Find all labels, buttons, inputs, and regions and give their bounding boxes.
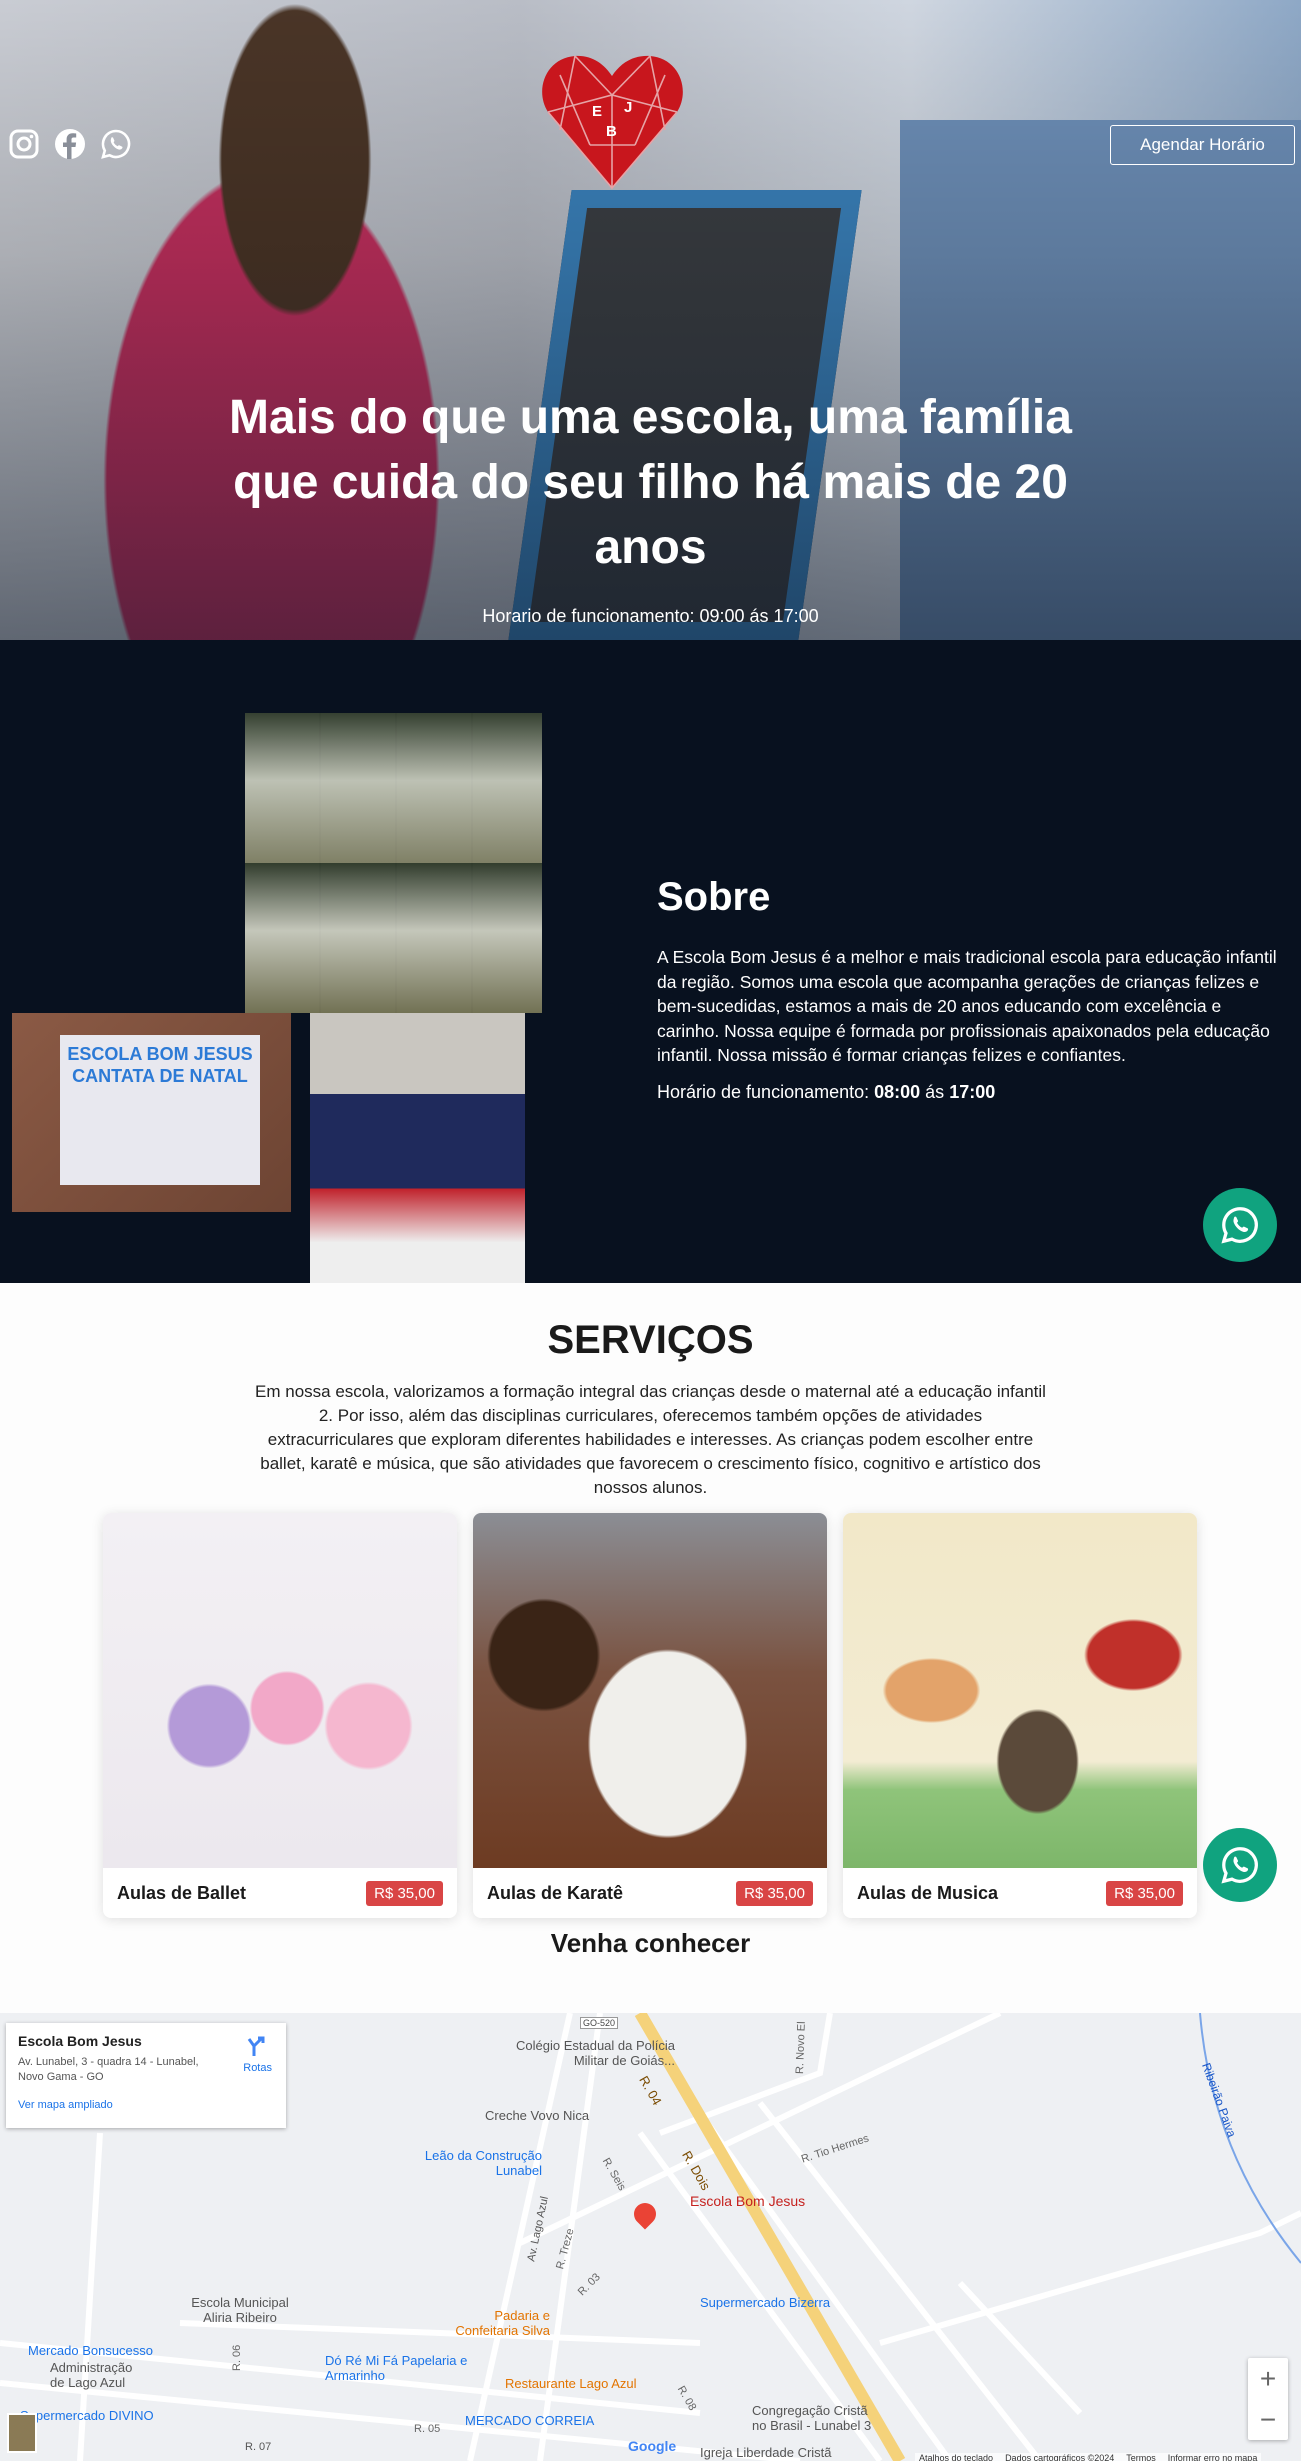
map-label: GO-520 xyxy=(580,2017,619,2029)
map-label: Dó Ré Mi Fá Papelaria e Armarinho xyxy=(325,2353,468,2383)
terms-link[interactable]: Termos xyxy=(1126,2453,1156,2461)
map-label: Congregação Cristã no Brasil - Lunabel 3 xyxy=(752,2403,872,2433)
hours-label: Horário de funcionamento: xyxy=(657,1082,875,1102)
view-larger-map-link[interactable]: Ver mapa ampliado xyxy=(18,2099,274,2111)
price-badge: R$ 35,00 xyxy=(1106,1881,1183,1906)
zoom-out-button[interactable]: − xyxy=(1248,2399,1288,2440)
banner-text: ESCOLA BOM JESUS CANTATA DE NATAL xyxy=(60,1035,260,1185)
map-label: Colégio Estadual da Polícia Militar de G… xyxy=(516,2038,675,2068)
hours-open: 08:00 xyxy=(874,1082,921,1102)
satellite-thumbnail[interactable] xyxy=(7,2413,37,2453)
map-label: Restaurante Lago Azul xyxy=(505,2376,637,2391)
service-card-music[interactable]: Aulas de Musica R$ 35,00 xyxy=(843,1513,1197,1918)
map-attribution: Atalhos do teclado Dados cartográficos ©… xyxy=(915,2453,1262,2461)
hero-title: Mais do que uma escola, uma família que … xyxy=(229,391,1072,574)
street-label: R. 05 xyxy=(414,2423,441,2435)
karate-photo xyxy=(473,1513,827,1868)
boy-drawing-photo xyxy=(310,1013,525,1283)
social-links xyxy=(8,128,132,160)
place-info-card: Escola Bom Jesus Av. Lunabel, 3 - quadra… xyxy=(6,2023,286,2128)
service-card-karate[interactable]: Aulas de Karatê R$ 35,00 xyxy=(473,1513,827,1918)
service-card-ballet[interactable]: Aulas de Ballet R$ 35,00 xyxy=(103,1513,457,1918)
map-label: Leão da Construção Lunabel xyxy=(424,2148,542,2178)
about-title: Sobre xyxy=(657,875,771,919)
facebook-icon[interactable] xyxy=(54,128,86,160)
whatsapp-float-button[interactable] xyxy=(1203,1188,1277,1262)
visit-us-title: Venha conhecer xyxy=(550,1928,751,1958)
street-label: R. 06 xyxy=(231,2344,243,2371)
map-label: R. 07 xyxy=(245,2441,272,2453)
map-label: Creche Vovo Nica xyxy=(485,2108,590,2123)
service-name: Aulas de Karatê xyxy=(487,1883,624,1903)
svg-text:J: J xyxy=(624,99,632,116)
map-zoom-controls: + − xyxy=(1248,2358,1288,2440)
map-label: Mercado Bonsucesso xyxy=(28,2343,154,2358)
hero-opening-hours: Horario de funcionamento: 09:00 ás 17:00 xyxy=(482,606,819,626)
ballet-photo xyxy=(103,1513,457,1868)
zoom-in-button[interactable]: + xyxy=(1248,2358,1288,2399)
svg-text:E: E xyxy=(592,103,602,120)
services-description: Em nossa escola, valorizamos a formação … xyxy=(255,1382,1046,1497)
whatsapp-icon xyxy=(1221,1207,1258,1244)
directions-icon xyxy=(247,2036,265,2056)
map-label: Supermercado Bizerra xyxy=(700,2295,831,2310)
about-description: A Escola Bom Jesus é a melhor e mais tra… xyxy=(657,947,1277,1065)
music-photo xyxy=(843,1513,1197,1868)
christmas-cantata-photo: ESCOLA BOM JESUS CANTATA DE NATAL xyxy=(12,1013,291,1212)
whatsapp-icon[interactable] xyxy=(100,128,132,160)
price-badge: R$ 35,00 xyxy=(736,1881,813,1906)
place-name: Escola Bom Jesus xyxy=(18,2033,142,2049)
keyboard-shortcuts-link[interactable]: Atalhos do teclado xyxy=(919,2453,993,2461)
services-title: SERVIÇOS xyxy=(547,1318,754,1362)
google-logo: Google xyxy=(628,2438,677,2454)
school-logo[interactable]: E J B xyxy=(540,50,685,190)
map-data-credit: Dados cartográficos ©2024 xyxy=(1005,2453,1115,2461)
hours-close: 17:00 xyxy=(949,1082,996,1102)
map-label: Administração de Lago Azul xyxy=(50,2360,133,2390)
report-error-link[interactable]: Informar erro no mapa xyxy=(1168,2453,1258,2461)
whatsapp-icon xyxy=(1221,1847,1258,1884)
hero-section: E J B Agendar Horário Mais do que uma es… xyxy=(0,0,1301,640)
map-label: Escola Municipal Aliria Ribeiro xyxy=(191,2295,289,2325)
directions-label: Rotas xyxy=(243,2062,272,2074)
price-badge: R$ 35,00 xyxy=(366,1881,443,1906)
schedule-appointment-button[interactable]: Agendar Horário xyxy=(1110,125,1295,165)
hours-separator: ás xyxy=(920,1082,950,1102)
map-label: Padaria e Confeitaria Silva xyxy=(455,2308,550,2338)
map-label: Escola Bom Jesus xyxy=(690,2193,806,2209)
map-label: Igreja Liberdade Cristã xyxy=(700,2445,832,2460)
svg-text:B: B xyxy=(606,123,617,140)
street-label: R. Novo El xyxy=(794,2021,808,2075)
place-address: Av. Lunabel, 3 - quadra 14 - Lunabel, No… xyxy=(18,2056,199,2083)
instagram-icon[interactable] xyxy=(8,128,40,160)
map-label: MERCADO CORREIA xyxy=(465,2413,595,2428)
whatsapp-float-button-fixed[interactable] xyxy=(1203,1828,1277,1902)
directions-button[interactable]: Rotas xyxy=(243,2035,272,2074)
service-name: Aulas de Musica xyxy=(857,1883,999,1903)
map-label: Supermercado DIVINO xyxy=(20,2408,154,2423)
google-map[interactable]: Escola Bom Jesus Colégio Estadual da Pol… xyxy=(0,2013,1301,2461)
service-name: Aulas de Ballet xyxy=(117,1883,247,1903)
ballet-collage-photo xyxy=(245,713,542,1013)
about-opening-hours: Horário de funcionamento: 08:00 ás 17:00 xyxy=(657,1082,995,1103)
